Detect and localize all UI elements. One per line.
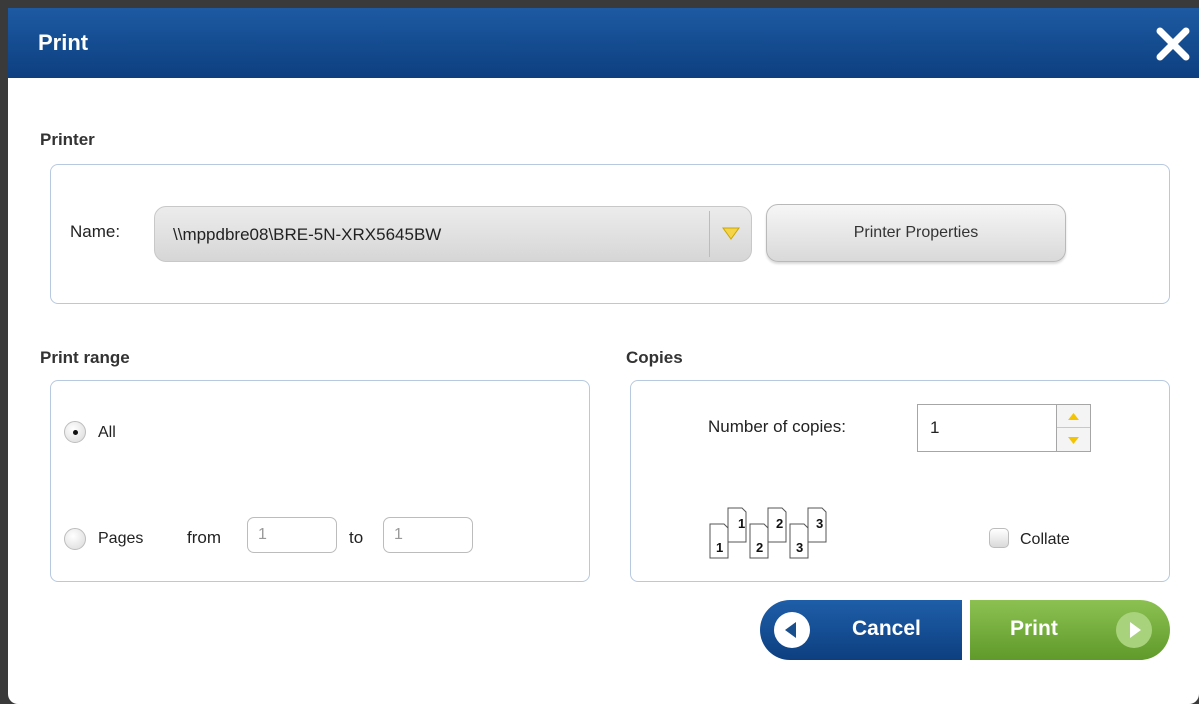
collate-label: Collate — [1020, 531, 1070, 548]
collate-page-2-front: 2 — [756, 540, 763, 555]
cancel-label: Cancel — [852, 617, 921, 640]
printer-name-label: Name: — [70, 222, 121, 241]
close-icon[interactable] — [1151, 22, 1195, 66]
printer-section-label: Printer — [40, 130, 95, 149]
collate-page-3-back: 3 — [816, 516, 823, 531]
arrow-up-icon — [1068, 413, 1079, 420]
cancel-button[interactable]: Cancel — [760, 600, 962, 660]
pages-label: Pages — [98, 530, 144, 547]
print-button[interactable]: Print — [970, 600, 1170, 660]
spin-up-button[interactable] — [1057, 405, 1090, 428]
to-label: to — [349, 528, 364, 547]
select-divider — [709, 211, 710, 257]
arrow-left-icon — [774, 612, 810, 648]
from-page-input[interactable]: 1 — [247, 517, 337, 553]
chevron-down-icon[interactable] — [721, 225, 741, 241]
copies-section-label: Copies — [626, 348, 683, 367]
copies-spinner — [1057, 404, 1091, 452]
printer-select[interactable]: \\mppdbre08\BRE-5N-XRX5645BW — [154, 206, 752, 262]
number-of-copies-label: Number of copies: — [708, 417, 846, 436]
collate-page-1-back: 1 — [738, 516, 745, 531]
print-range-section-label: Print range — [40, 348, 130, 367]
all-radio[interactable] — [64, 421, 86, 443]
collate-pages-icon: 1 1 2 2 3 3 — [709, 507, 827, 559]
all-label: All — [98, 424, 116, 441]
collate-checkbox[interactable] — [989, 528, 1009, 548]
title-bar: Print — [8, 8, 1199, 78]
pages-radio[interactable] — [64, 528, 86, 550]
print-dialog: Print Printer Name: \\mppdbre08\BRE-5N-X… — [8, 8, 1199, 704]
collate-page-1-front: 1 — [716, 540, 723, 555]
dialog-title: Print — [38, 30, 89, 55]
to-page-input[interactable]: 1 — [383, 517, 473, 553]
collate-page-3-front: 3 — [796, 540, 803, 555]
from-label: from — [187, 528, 221, 547]
printer-properties-button[interactable]: Printer Properties — [766, 204, 1066, 262]
arrow-right-icon — [1116, 612, 1152, 648]
arrow-down-icon — [1068, 437, 1079, 444]
printer-select-value: \\mppdbre08\BRE-5N-XRX5645BW — [173, 225, 442, 244]
collate-page-2-back: 2 — [776, 516, 783, 531]
copies-input[interactable]: 1 — [917, 404, 1057, 452]
spin-down-button[interactable] — [1057, 429, 1090, 452]
print-label: Print — [1010, 617, 1058, 640]
